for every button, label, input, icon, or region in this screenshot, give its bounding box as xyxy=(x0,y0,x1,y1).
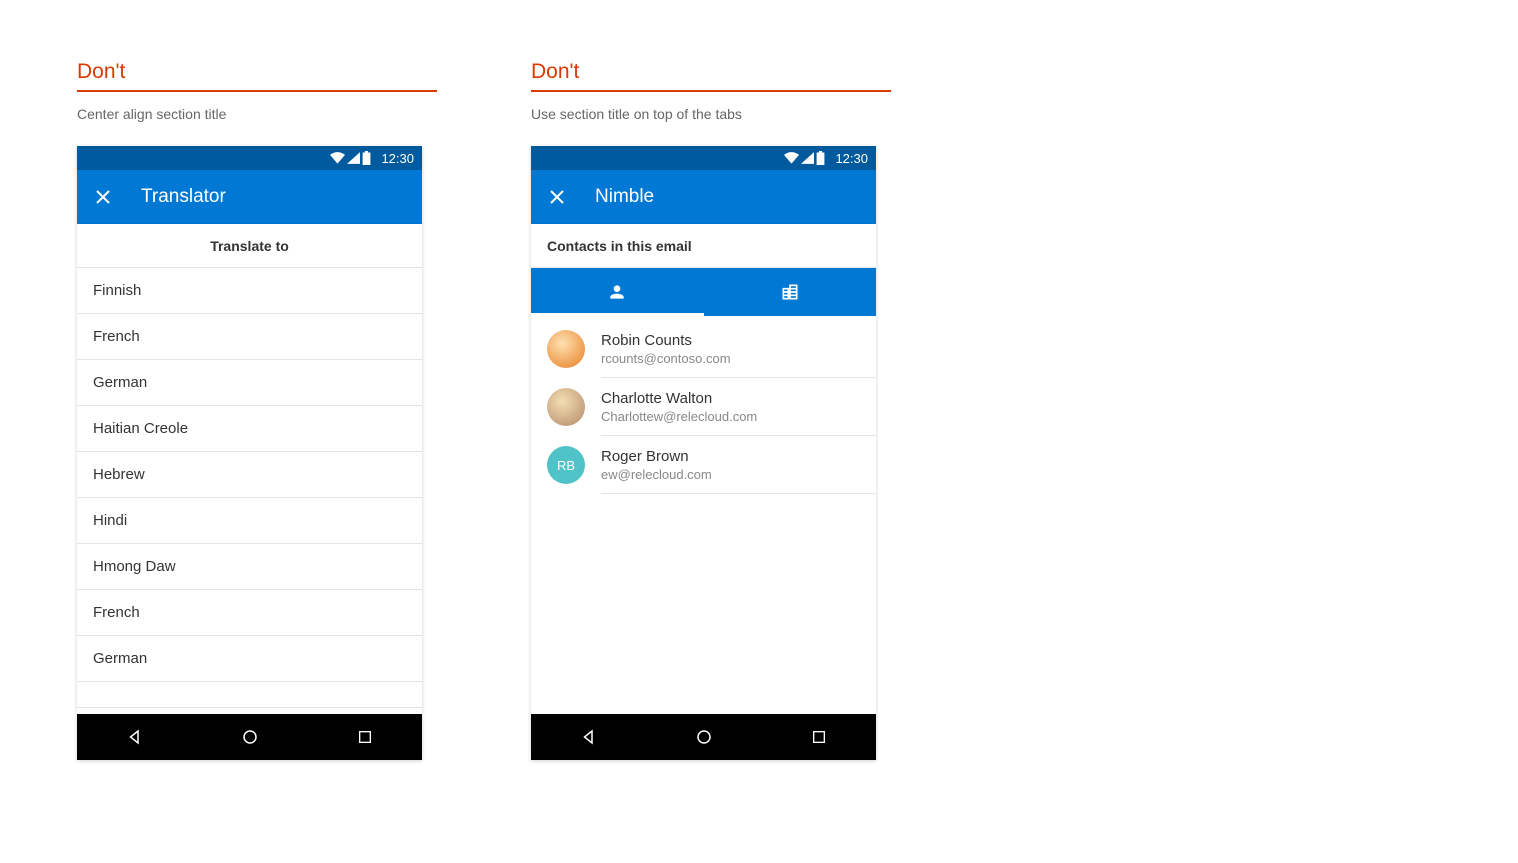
recent-icon xyxy=(811,729,827,745)
home-icon xyxy=(695,728,713,746)
wifi-icon xyxy=(784,152,799,164)
example-2: Don't Use section title on top of the ta… xyxy=(531,60,891,760)
building-icon xyxy=(780,282,800,302)
wifi-icon xyxy=(330,152,345,164)
avatar: RB xyxy=(547,446,585,484)
home-icon xyxy=(241,728,259,746)
tab-people[interactable] xyxy=(531,268,704,316)
contact-email: ew@relecloud.com xyxy=(601,467,712,482)
nav-home[interactable] xyxy=(681,728,727,746)
status-icons xyxy=(330,151,371,165)
list-item-empty xyxy=(77,682,422,708)
avatar xyxy=(547,388,585,426)
app-title: Translator xyxy=(141,186,226,208)
contact-info: Robin Counts rcounts@contoso.com xyxy=(601,332,731,366)
contact-name: Roger Brown xyxy=(601,448,712,465)
list-item[interactable]: French xyxy=(77,314,422,360)
section-title-left: Contacts in this email xyxy=(531,224,876,268)
back-icon xyxy=(126,728,144,746)
list-item[interactable]: German xyxy=(77,636,422,682)
battery-icon xyxy=(362,151,371,165)
tab-org[interactable] xyxy=(704,268,877,316)
contact-row[interactable]: Robin Counts rcounts@contoso.com xyxy=(531,320,876,378)
list-item[interactable]: German xyxy=(77,360,422,406)
contact-name: Charlotte Walton xyxy=(601,390,757,407)
contact-email: Charlottew@relecloud.com xyxy=(601,409,757,424)
nav-back[interactable] xyxy=(112,728,158,746)
android-nav-bar xyxy=(531,714,876,760)
app-bar: Nimble xyxy=(531,170,876,224)
contact-name: Robin Counts xyxy=(601,332,731,349)
back-icon xyxy=(580,728,598,746)
status-icons xyxy=(784,151,825,165)
close-icon xyxy=(95,189,111,205)
tab-indicator xyxy=(531,313,704,316)
signal-icon xyxy=(801,152,814,164)
phone-mockup-1: 12:30 Translator Translate to Finnish Fr… xyxy=(77,146,422,760)
phone-mockup-2: 12:30 Nimble Contacts in this email Robi… xyxy=(531,146,876,760)
contact-row[interactable]: Charlotte Walton Charlottew@relecloud.co… xyxy=(531,378,876,436)
contact-info: Charlotte Walton Charlottew@relecloud.co… xyxy=(601,390,757,424)
status-time: 12:30 xyxy=(381,151,414,166)
list-item[interactable]: Hebrew xyxy=(77,452,422,498)
list-item[interactable]: Haitian Creole xyxy=(77,406,422,452)
android-status-bar: 12:30 xyxy=(531,146,876,170)
contact-info: Roger Brown ew@relecloud.com xyxy=(601,448,712,482)
android-nav-bar xyxy=(77,714,422,760)
example-1-caption: Center align section title xyxy=(77,106,437,122)
list-item[interactable]: French xyxy=(77,590,422,636)
status-time: 12:30 xyxy=(835,151,868,166)
close-button[interactable] xyxy=(93,187,113,207)
language-list[interactable]: Finnish French German Haitian Creole Heb… xyxy=(77,268,422,714)
close-button[interactable] xyxy=(547,187,567,207)
close-icon xyxy=(549,189,565,205)
section-title-centered: Translate to xyxy=(77,224,422,268)
recent-icon xyxy=(357,729,373,745)
nav-recent[interactable] xyxy=(796,729,842,745)
signal-icon xyxy=(347,152,360,164)
app-bar: Translator xyxy=(77,170,422,224)
list-item[interactable]: Finnish xyxy=(77,268,422,314)
app-title: Nimble xyxy=(595,186,654,208)
dont-label: Don't xyxy=(531,60,891,92)
contact-email: rcounts@contoso.com xyxy=(601,351,731,366)
android-status-bar: 12:30 xyxy=(77,146,422,170)
nav-back[interactable] xyxy=(566,728,612,746)
tab-bar xyxy=(531,268,876,316)
example-2-caption: Use section title on top of the tabs xyxy=(531,106,891,122)
contact-list[interactable]: Robin Counts rcounts@contoso.com Charlot… xyxy=(531,316,876,714)
nav-recent[interactable] xyxy=(342,729,388,745)
person-icon xyxy=(607,282,627,302)
list-item[interactable]: Hindi xyxy=(77,498,422,544)
avatar xyxy=(547,330,585,368)
example-1: Don't Center align section title 12:30 T… xyxy=(77,60,437,760)
battery-icon xyxy=(816,151,825,165)
contact-row[interactable]: RB Roger Brown ew@relecloud.com xyxy=(531,436,876,494)
nav-home[interactable] xyxy=(227,728,273,746)
dont-label: Don't xyxy=(77,60,437,92)
list-item[interactable]: Hmong Daw xyxy=(77,544,422,590)
